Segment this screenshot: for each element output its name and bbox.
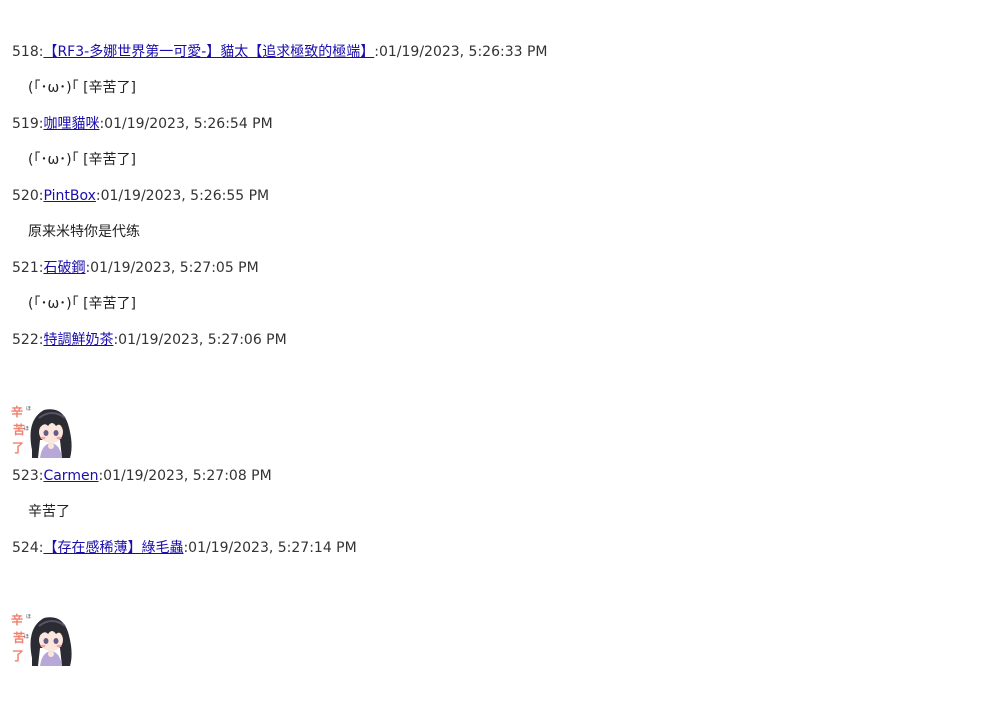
post-header: 523:Carmen:01/19/2023, 5:27:08 PM <box>12 464 972 488</box>
post-number: 520 <box>12 188 39 204</box>
post-header: 522:特調鮮奶茶:01/19/2023, 5:27:06 PM <box>12 328 972 352</box>
post-body: (｢･ω･)｢ [辛苦了] <box>28 80 137 96</box>
author-link[interactable]: PintBox <box>43 188 95 204</box>
post-number: 524 <box>12 540 39 556</box>
post-body: (｢･ω･)｢ [辛苦了] <box>28 296 137 312</box>
svg-text:ほ: ほ <box>24 426 29 432</box>
post-body: 辛 苦 了 ほ ほ <box>10 352 972 464</box>
post-timestamp: 01/19/2023, 5:27:05 PM <box>90 260 259 276</box>
svg-text:了: 了 <box>12 649 24 663</box>
post-timestamp: 01/19/2023, 5:27:14 PM <box>188 540 357 556</box>
post-number: 518 <box>12 44 39 60</box>
comment-thread: 518:【RF3-多娜世界第一可愛-】貓太【追求極致的極端】:01/19/202… <box>10 40 972 672</box>
post-number: 521 <box>12 260 39 276</box>
svg-text:辛: 辛 <box>11 404 23 419</box>
post-body: 辛苦了 <box>28 504 70 520</box>
svg-text:ほ: ほ <box>26 406 31 412</box>
sticker-image[interactable]: 辛 苦 了 ほ ほ <box>10 608 74 668</box>
author-link[interactable]: 特調鮮奶茶 <box>43 332 113 348</box>
post-header: 520:PintBox:01/19/2023, 5:26:55 PM <box>12 184 972 208</box>
author-link[interactable]: 【存在感稀薄】綠毛蟲 <box>43 540 183 556</box>
post-timestamp: 01/19/2023, 5:26:33 PM <box>378 44 548 60</box>
post-number: 523 <box>12 468 39 484</box>
post-header: 519:咖哩貓咪:01/19/2023, 5:26:54 PM <box>12 112 972 136</box>
post-header: 518:【RF3-多娜世界第一可愛-】貓太【追求極致的極端】:01/19/202… <box>12 40 972 64</box>
post-timestamp: 01/19/2023, 5:26:54 PM <box>104 116 273 132</box>
post-body: (｢･ω･)｢ [辛苦了] <box>28 152 137 168</box>
author-link[interactable]: 【RF3-多娜世界第一可愛-】貓太【追求極致的極端】 <box>43 44 374 60</box>
author-link[interactable]: Carmen <box>43 468 98 484</box>
post-number: 522 <box>12 332 39 348</box>
post-body: 原来米特你是代练 <box>28 224 140 240</box>
svg-text:ほ: ほ <box>26 614 31 620</box>
post-number: 519 <box>12 116 39 132</box>
post-timestamp: 01/19/2023, 5:26:55 PM <box>100 188 270 204</box>
svg-text:ほ: ほ <box>24 634 29 640</box>
post-timestamp: 01/19/2023, 5:27:08 PM <box>103 468 272 484</box>
post-timestamp: 01/19/2023, 5:27:06 PM <box>118 332 287 348</box>
author-link[interactable]: 石破鋼 <box>43 260 85 276</box>
svg-text:辛: 辛 <box>11 612 23 627</box>
svg-text:了: 了 <box>12 441 24 455</box>
post-header: 524:【存在感稀薄】綠毛蟲:01/19/2023, 5:27:14 PM <box>12 536 972 560</box>
author-link[interactable]: 咖哩貓咪 <box>43 116 99 132</box>
post-header: 521:石破鋼:01/19/2023, 5:27:05 PM <box>12 256 972 280</box>
sticker-image[interactable]: 辛 苦 了 ほ ほ <box>10 400 74 460</box>
post-body: 辛 苦 了 ほ ほ <box>10 560 972 672</box>
